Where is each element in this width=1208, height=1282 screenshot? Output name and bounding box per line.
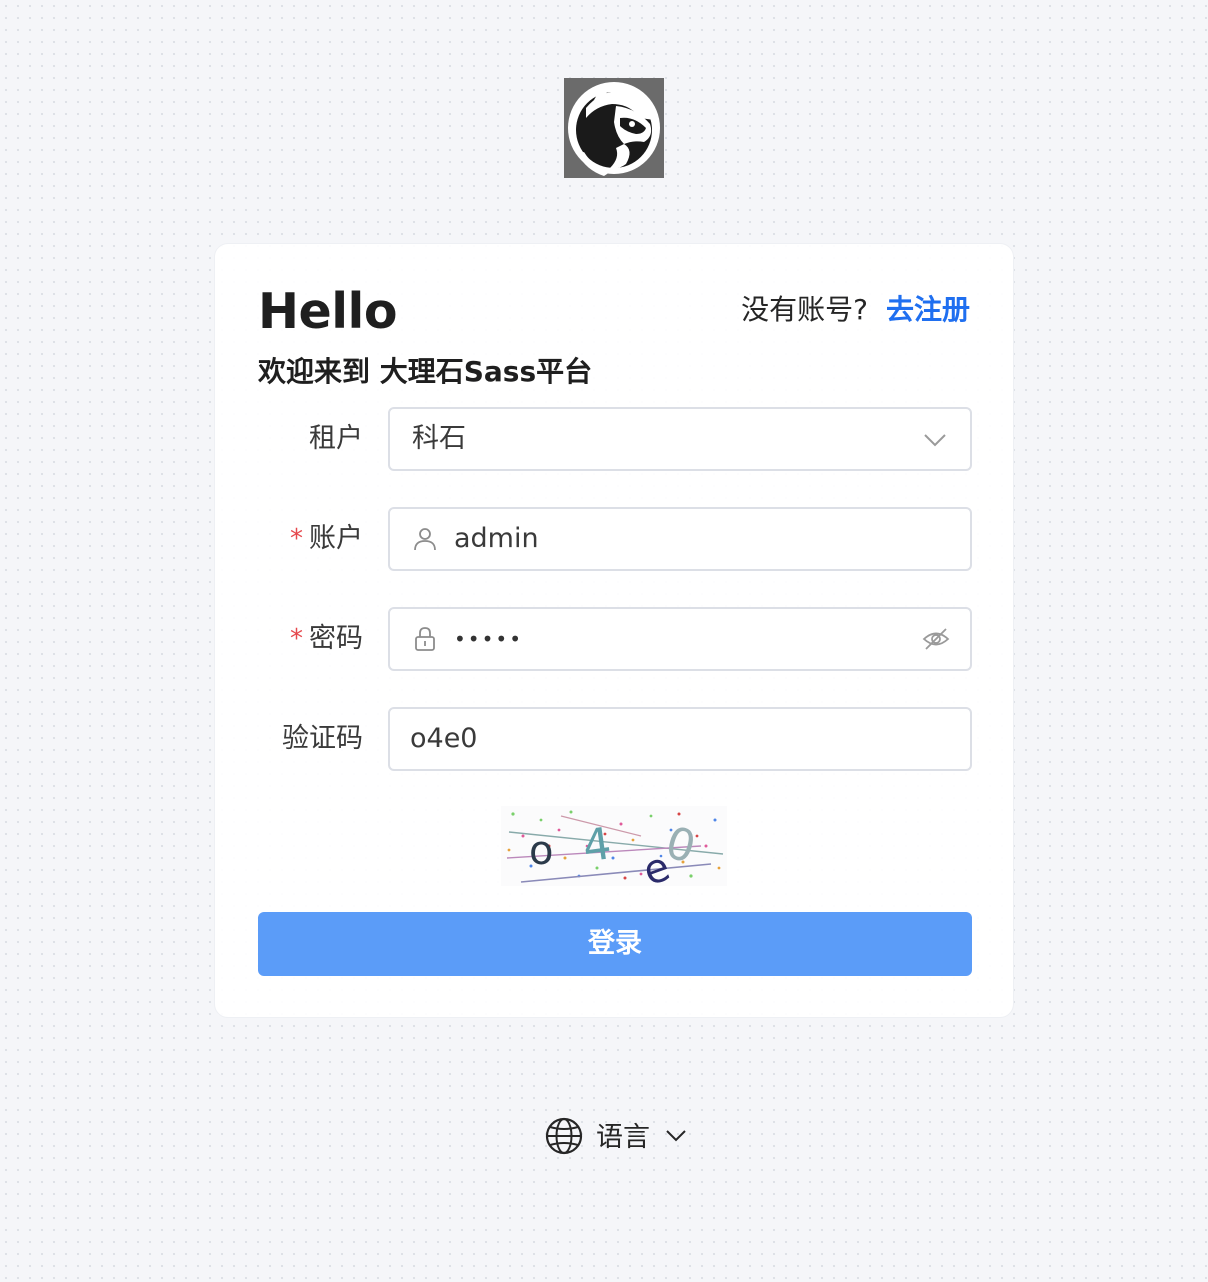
brand-logo	[564, 78, 664, 178]
chevron-down-icon	[664, 1124, 688, 1152]
user-icon	[412, 526, 438, 552]
language-switcher[interactable]: 语言	[544, 1117, 688, 1159]
tenant-label: 租户	[309, 423, 363, 454]
tenant-select[interactable]: 科石	[388, 407, 972, 471]
password-label: * 密码	[290, 623, 363, 654]
tenant-row: 租户 科石	[258, 407, 972, 471]
register-prompt: 没有账号? 去注册	[741, 290, 970, 330]
chevron-down-icon	[922, 427, 948, 453]
tenant-selected-value: 科石	[412, 423, 466, 454]
welcome-text: 欢迎来到 大理石Sass平台	[258, 355, 593, 388]
required-mark: *	[290, 624, 303, 654]
captcha-label: 验证码	[282, 723, 363, 754]
password-input[interactable]: •••••	[388, 607, 972, 671]
captcha-input[interactable]: o4e0	[388, 707, 972, 771]
page-title: Hello	[258, 283, 398, 340]
lock-icon	[412, 626, 438, 652]
captcha-char: 4	[580, 818, 615, 872]
password-value: •••••	[454, 627, 523, 651]
language-label: 语言	[596, 1122, 650, 1153]
globe-icon	[544, 1116, 584, 1160]
account-row: * 账户 admin	[258, 507, 972, 571]
register-question: 没有账号?	[741, 293, 868, 326]
captcha-row: 验证码 o4e0	[258, 707, 972, 771]
account-label: * 账户	[290, 523, 363, 554]
captcha-char: o	[529, 828, 553, 874]
captcha-value: o4e0	[410, 723, 478, 754]
login-button[interactable]: 登录	[258, 912, 972, 976]
captcha-image[interactable]: o 4 e 0	[501, 806, 727, 886]
account-value: admin	[454, 523, 539, 554]
badger-head-icon	[568, 82, 660, 176]
login-card: Hello 欢迎来到 大理石Sass平台 没有账号? 去注册 租户 科石 * 账户 …	[214, 243, 1014, 1018]
password-row: * 密码 •••••	[258, 607, 972, 671]
account-input[interactable]: admin	[388, 507, 972, 571]
eye-off-icon[interactable]	[922, 626, 950, 652]
required-mark: *	[290, 524, 303, 554]
register-link[interactable]: 去注册	[886, 293, 970, 326]
